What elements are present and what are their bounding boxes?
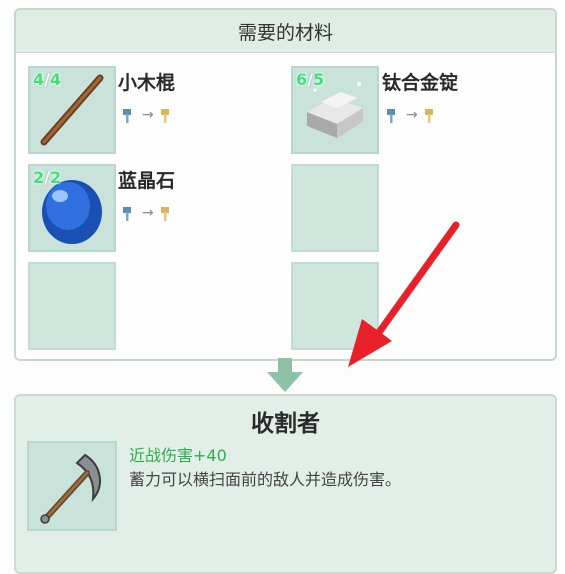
recipe-panel: 收割者 近战伤害+40 蓄力可以横扫面前的敌人并造成伤害。 xyxy=(14,394,557,574)
transform-arrow: → xyxy=(142,205,154,221)
transform-arrow: → xyxy=(142,107,154,123)
down-arrow-icon xyxy=(267,358,303,392)
transform-arrow: → xyxy=(406,107,418,123)
material-name: 蓝晶石 xyxy=(118,170,176,192)
red-annotation-arrow-icon xyxy=(348,221,460,367)
material-name: 钛合金锭 xyxy=(382,72,459,94)
pickaxe-icon xyxy=(40,453,101,524)
item-description: 蓄力可以横扫面前的敌人并造成伤害。 xyxy=(129,470,402,489)
melee-damage-stat: 近战伤害+40 xyxy=(129,446,227,465)
harvest-tool-indicator: → xyxy=(120,106,176,124)
axe-gold-icon xyxy=(424,109,433,123)
harvest-tool-indicator: → xyxy=(120,204,176,222)
recipe-title: 收割者 xyxy=(251,411,320,437)
material-slot-titanium-ingot[interactable]: 6/5 xyxy=(291,66,379,154)
material-slot-stick[interactable]: 4/4 xyxy=(28,66,116,154)
axe-gold-icon xyxy=(160,207,169,221)
materials-panel: 需要的材料 4/4 小木棍 → 6/5 钛合金锭 → 2/2 蓝晶石 → xyxy=(14,8,557,361)
axe-blue-icon xyxy=(123,207,131,221)
empty-material-slot xyxy=(28,262,116,350)
materials-header: 需要的材料 xyxy=(16,10,555,53)
material-count: 2/2 xyxy=(33,168,62,187)
material-name: 小木棍 xyxy=(118,72,176,94)
material-slot-blue-crystal[interactable]: 2/2 xyxy=(28,164,116,252)
axe-gold-icon xyxy=(160,109,169,123)
material-count: 4/4 xyxy=(33,70,62,89)
axe-blue-icon xyxy=(123,109,131,123)
axe-blue-icon xyxy=(387,109,395,123)
result-item-slot[interactable] xyxy=(27,441,117,531)
materials-title: 需要的材料 xyxy=(237,21,333,44)
material-count: 6/5 xyxy=(296,70,325,89)
harvest-tool-indicator: → xyxy=(384,106,440,124)
